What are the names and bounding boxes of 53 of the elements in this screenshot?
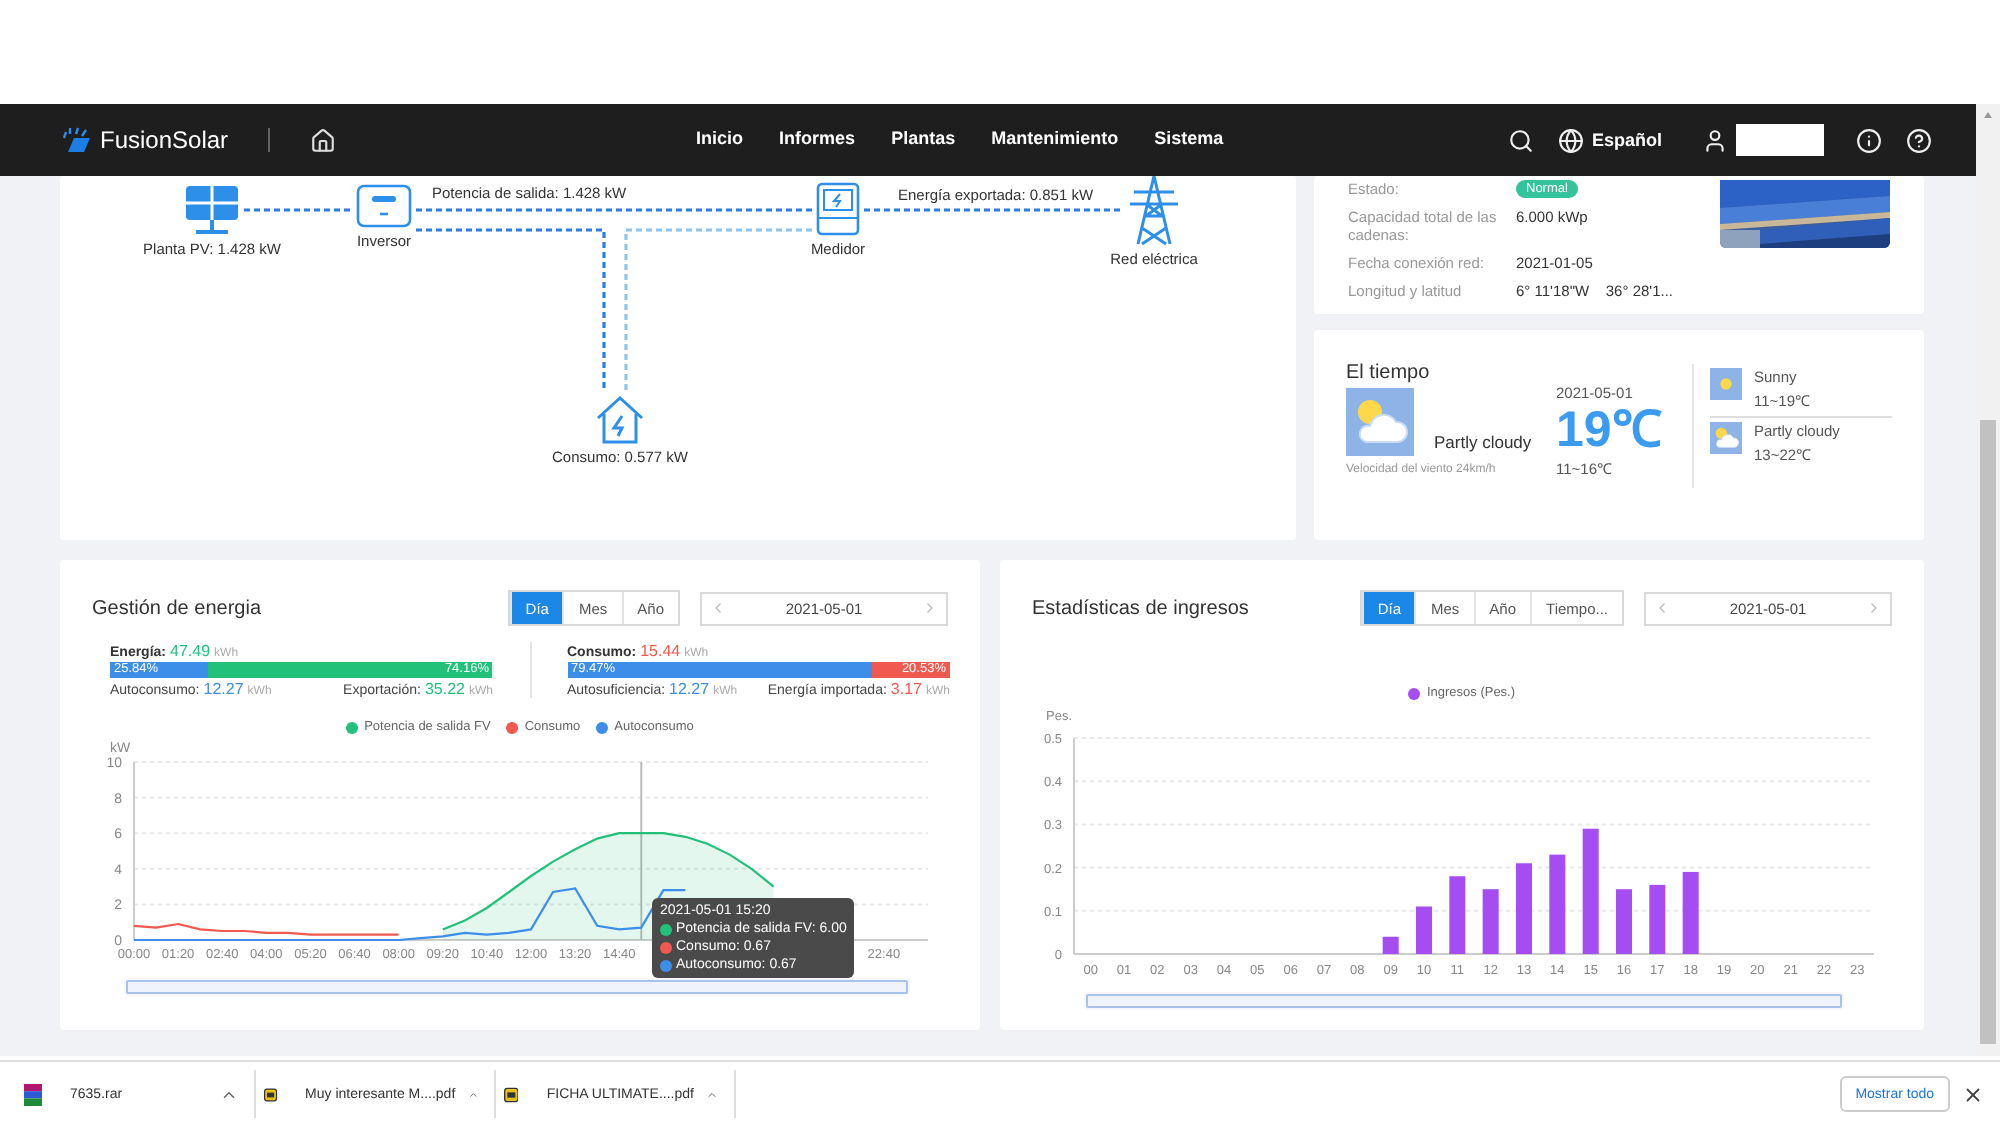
brand-name: FusionSolar bbox=[100, 126, 229, 154]
user-name-field bbox=[1736, 124, 1824, 156]
bar bbox=[1516, 863, 1532, 954]
card-title: El tiempo bbox=[1346, 362, 1430, 384]
user-icon[interactable] bbox=[1702, 127, 1728, 153]
stat-value: 12.27 bbox=[203, 680, 244, 698]
solar-panel-icon bbox=[184, 184, 240, 236]
bar bbox=[1616, 889, 1632, 954]
stat-value: 15.44 bbox=[640, 642, 681, 660]
inverter-icon bbox=[356, 184, 412, 228]
weather-condition: Partly cloudy bbox=[1434, 432, 1532, 452]
card-title: Gestión de energia bbox=[92, 597, 264, 619]
language-selector[interactable]: Español bbox=[1557, 127, 1662, 153]
chevron-right-icon[interactable] bbox=[922, 600, 938, 616]
chevron-left-icon[interactable] bbox=[1654, 600, 1670, 616]
stat-value: 12.27 bbox=[669, 680, 710, 698]
nav-item[interactable]: Informes bbox=[779, 122, 856, 158]
bar bbox=[1449, 876, 1466, 954]
house-icon bbox=[594, 394, 646, 444]
search-icon[interactable] bbox=[1507, 127, 1534, 153]
card-title: Estadísticas de ingresos bbox=[1032, 597, 1251, 619]
close-icon[interactable] bbox=[1962, 1083, 1984, 1105]
sun-icon bbox=[1710, 368, 1742, 400]
document-icon bbox=[504, 1083, 519, 1105]
bar bbox=[1382, 936, 1399, 954]
chevron-left-icon[interactable] bbox=[710, 600, 726, 616]
bar bbox=[1649, 884, 1666, 954]
flow-line bbox=[244, 208, 352, 212]
home-icon[interactable] bbox=[310, 127, 337, 153]
stat-value: 35.22 bbox=[424, 680, 465, 698]
nav-item[interactable]: Sistema bbox=[1154, 122, 1224, 158]
bar bbox=[1549, 854, 1566, 954]
archive-icon bbox=[24, 1083, 42, 1105]
bar bbox=[1416, 906, 1432, 954]
stat-value: 3.17 bbox=[890, 680, 922, 698]
document-icon bbox=[264, 1083, 278, 1105]
sun-cloud-icon bbox=[1346, 388, 1414, 456]
sun-cloud-icon bbox=[1710, 422, 1742, 454]
nav-item[interactable]: Inicio bbox=[696, 122, 744, 158]
bar bbox=[1682, 871, 1699, 954]
bar bbox=[1582, 828, 1599, 954]
stat-value: 47.49 bbox=[170, 642, 211, 660]
chevron-right-icon[interactable] bbox=[1866, 600, 1882, 616]
nav-item[interactable]: Mantenimiento bbox=[991, 122, 1119, 158]
nav-item[interactable]: Plantas bbox=[891, 122, 956, 158]
temperature: 19℃ bbox=[1556, 402, 1664, 458]
power-tower-icon bbox=[1126, 176, 1182, 246]
globe-icon bbox=[1557, 127, 1584, 153]
meter-icon bbox=[816, 182, 860, 236]
bar bbox=[1482, 889, 1499, 954]
logo-icon bbox=[60, 126, 92, 154]
info-icon[interactable] bbox=[1856, 127, 1882, 153]
help-icon[interactable] bbox=[1906, 127, 1932, 153]
